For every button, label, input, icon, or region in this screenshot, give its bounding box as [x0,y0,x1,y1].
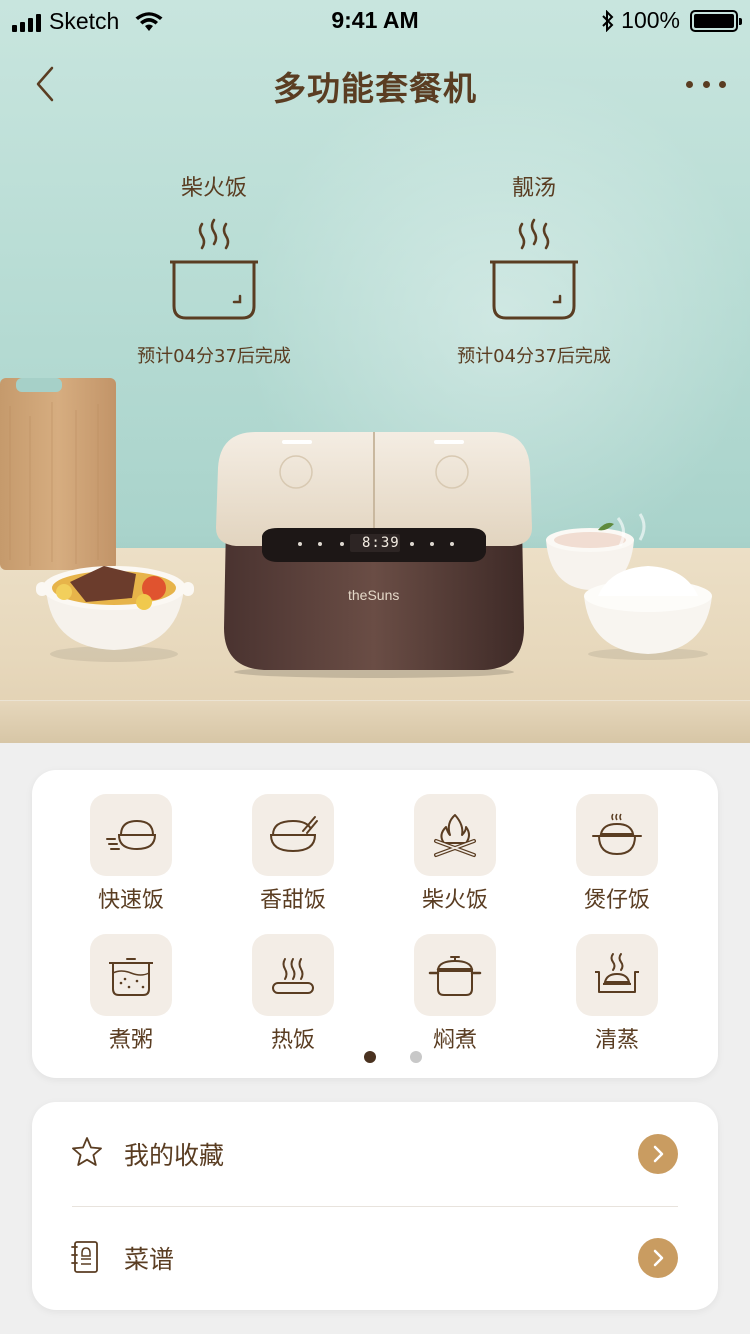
more-button[interactable] [686,74,726,94]
menu-item-recipes[interactable]: 菜谱 [32,1206,718,1310]
function-tile [576,934,658,1016]
chevron-right-icon[interactable] [638,1134,678,1174]
menu-item-label: 我的收藏 [124,1141,225,1170]
battery-percent: 100% [621,7,680,33]
rice-bowl-illustration [546,513,712,660]
steam-icon [595,953,639,993]
status-bar: Sketch 9:41 AM 100% [0,0,750,40]
steaming-pot-icon [490,218,578,320]
claypot-icon [592,813,642,856]
page-dot[interactable] [410,1051,422,1063]
function-tile [90,794,172,876]
chevron-right-icon[interactable] [638,1238,678,1278]
cooking-program-name: 靓汤 [511,176,556,201]
battery-icon [690,9,742,32]
sweet-rice-icon [269,816,318,853]
stew-pot-icon [428,956,482,996]
porridge-icon [109,958,153,996]
fast-rice-icon [106,819,157,851]
function-label: 柴火饭 [421,888,488,913]
countertop-edge [0,700,750,743]
page-indicator [50,1051,736,1063]
hero-banner: 8:39 theSuns Sketch 9:41 AM 100% 多功能套餐机 … [0,0,750,743]
bluetooth-icon [602,9,614,32]
firewood-icon [434,814,476,857]
cooker-display-time: 8:39 [362,535,400,551]
function-porridge[interactable]: 煮粥 [50,934,212,1054]
function-tile [576,794,658,876]
steaming-pot-icon [170,218,258,320]
multi-cooker-illustration [216,432,532,678]
function-firewood-rice[interactable]: 柴火饭 [374,794,536,914]
function-steam[interactable]: 清蒸 [536,934,698,1054]
menu-item-favorites[interactable]: 我的收藏 [32,1102,718,1206]
function-fast-rice[interactable]: 快速饭 [50,794,212,914]
function-label: 煲仔饭 [583,888,650,913]
page-dot-active[interactable] [364,1051,376,1063]
function-claypot-rice[interactable]: 煲仔饭 [536,794,698,914]
function-tile [414,934,496,1016]
cutting-board-illustration [0,378,116,570]
function-label: 快速饭 [97,888,164,913]
cooker-brand-label: theSuns [348,587,400,603]
cooking-eta: 预计04分37后完成 [457,346,611,367]
function-stew[interactable]: 焖煮 [374,934,536,1054]
function-reheat[interactable]: 热饭 [212,934,374,1054]
more-dot-icon [686,80,693,88]
function-tile [414,794,496,876]
cooking-eta: 预计04分37后完成 [137,346,291,367]
function-tile [252,934,334,1016]
menu-item-label: 菜谱 [124,1245,175,1274]
recipe-book-icon [71,1241,98,1273]
star-icon [72,1137,102,1166]
function-label: 焖煮 [432,1028,477,1053]
soup-bowl-illustration [36,566,194,662]
function-sweet-rice[interactable]: 香甜饭 [212,794,374,914]
cooking-program-name: 柴火饭 [180,176,247,201]
function-tile [90,934,172,1016]
function-label: 清蒸 [594,1028,639,1053]
function-grid: 快速饭 香甜饭 柴火饭 煲仔饭 煮粥 热饭 焖煮 清蒸 [50,794,700,1054]
function-label: 热饭 [270,1028,315,1053]
function-tile [252,794,334,876]
cooking-status-2[interactable]: 靓汤 预计04分37后完成 [434,170,634,368]
page-title: 多功能套餐机 [273,69,477,108]
more-dot-icon [719,80,726,88]
more-dot-icon [702,80,710,88]
reheat-icon [272,958,314,994]
function-card: 快速饭 香甜饭 柴火饭 煲仔饭 煮粥 热饭 焖煮 清蒸 [32,770,718,1078]
cooking-status-1[interactable]: 柴火饭 预计04分37后完成 [114,170,314,368]
function-label: 香甜饭 [259,888,326,913]
function-label: 煮粥 [108,1028,153,1053]
menu-card: 我的收藏 菜谱 [32,1102,718,1310]
